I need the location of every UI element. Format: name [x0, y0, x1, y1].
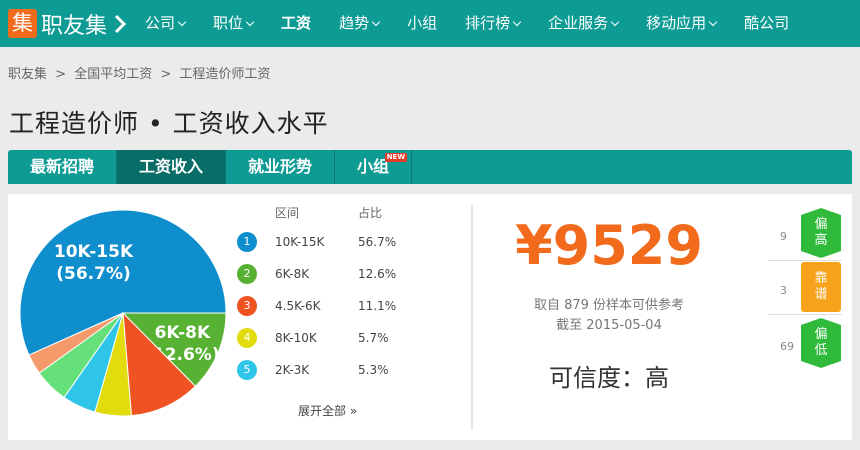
legend-rank: 4	[237, 328, 257, 348]
nav-item-7[interactable]: 移动应用	[632, 0, 730, 47]
legend-range: 2K-3K	[275, 363, 310, 377]
tab-3[interactable]: 小组 NEW	[335, 150, 413, 184]
legend-percent: 11.1%	[358, 299, 397, 313]
pie-legend: 区间 占比 1 10K-15K 56.7% 2 6K-8K 12.6% 3 4.5K-6K 11…	[237, 204, 437, 384]
nav-item-label: 移动应用	[646, 14, 707, 32]
legend-row: 4 8K-10K 5.7%	[237, 320, 437, 352]
side-separator	[768, 260, 842, 261]
tab-label: 就业形势	[248, 157, 313, 176]
tab-label: 工资收入	[139, 157, 204, 176]
sample-date: 截至 2015-05-04	[556, 318, 662, 333]
nav-item-1[interactable]: 职位	[199, 0, 267, 47]
legend-col-range: 区间	[275, 206, 300, 220]
breadcrumb: 职友集 > 全国平均工资 > 工程造价师工资	[8, 63, 274, 82]
top-nav: 集 职友集 公司 职位 工资 趋势 小组 排行榜 企业服务 移动应用 酷公司	[0, 0, 860, 47]
tab-0[interactable]: 最新招聘	[8, 150, 118, 184]
nav-item-4[interactable]: 小组	[393, 0, 451, 47]
side-separator	[768, 314, 842, 315]
legend-row: 5 2K-3K 5.3%	[237, 352, 437, 384]
legend-range: 6K-8K	[275, 267, 310, 281]
logo-text: 职友集	[41, 13, 108, 39]
nav-item-label: 工资	[281, 14, 312, 32]
new-badge: NEW	[384, 153, 408, 162]
vote-button[interactable]: 靠 谱	[801, 262, 841, 312]
tab-label: 最新招聘	[30, 157, 95, 176]
nav-item-2[interactable]: 工资	[267, 0, 325, 47]
section-tabs: 最新招聘 工资收入 就业形势 小组 NEW	[8, 150, 852, 184]
nav-item-5[interactable]: 排行榜	[451, 0, 534, 47]
salary-pie-chart: 10K-15K(56.7%)6K-8K(12.6%)	[19, 209, 227, 417]
vote-button[interactable]: 偏 低	[801, 318, 841, 368]
legend-rank: 2	[237, 264, 257, 284]
chevron-down-icon	[708, 17, 718, 27]
nav-item-8[interactable]: 酷公司	[730, 0, 803, 47]
divider	[471, 204, 473, 430]
logo-icon: 集	[8, 9, 37, 38]
legend-percent: 5.3%	[358, 363, 389, 377]
breadcrumb-separator: >	[160, 67, 172, 82]
average-salary: ¥9529	[515, 214, 703, 277]
nav-item-label: 企业服务	[548, 14, 609, 32]
chevron-right-icon	[114, 14, 127, 33]
breadcrumb-separator: >	[55, 67, 67, 82]
logo[interactable]: 集 职友集	[0, 0, 127, 47]
legend-row: 3 4.5K-6K 11.1%	[237, 288, 437, 320]
legend-range: 4.5K-6K	[275, 299, 321, 313]
pie-slice-label: 10K-15K	[54, 242, 134, 262]
nav-item-0[interactable]: 公司	[131, 0, 199, 47]
vote-count: 69	[780, 340, 794, 353]
vote-count: 9	[780, 230, 787, 243]
sample-count: 取自 879 份样本可供参考	[533, 298, 685, 313]
nav-item-6[interactable]: 企业服务	[534, 0, 632, 47]
pie-slice-label: (56.7%)	[56, 264, 131, 284]
chevron-down-icon	[610, 17, 620, 27]
vote-button[interactable]: 偏 高	[801, 208, 841, 258]
tab-1[interactable]: 工资收入	[117, 150, 227, 184]
chevron-down-icon	[371, 17, 381, 27]
nav-item-label: 排行榜	[465, 14, 511, 32]
legend-percent: 12.6%	[358, 267, 397, 281]
legend-range: 10K-15K	[275, 235, 325, 249]
tab-2[interactable]: 就业形势	[226, 150, 336, 184]
legend-percent: 5.7%	[358, 331, 389, 345]
credibility: 可信度：高	[549, 364, 669, 392]
breadcrumb-home[interactable]: 职友集	[8, 67, 47, 82]
pie-slice-label: 6K-8K	[155, 323, 211, 343]
page-title: 工程造价师 • 工资收入水平	[9, 109, 329, 138]
legend-row: 2 6K-8K 12.6%	[237, 256, 437, 288]
vote-count: 3	[780, 284, 787, 297]
expand-all-link[interactable]: 展开全部 »	[298, 402, 357, 419]
nav-item-label: 趋势	[339, 14, 370, 32]
legend-header: 区间 占比	[237, 204, 437, 224]
nav-item-label: 职位	[213, 14, 244, 32]
nav-item-label: 酷公司	[744, 14, 790, 32]
legend-col-pct: 占比	[358, 206, 383, 220]
legend-rank: 3	[237, 296, 257, 316]
legend-row: 1 10K-15K 56.7%	[237, 224, 437, 256]
breadcrumb-national-salary[interactable]: 全国平均工资	[74, 67, 152, 82]
chevron-down-icon	[177, 17, 187, 27]
legend-rank: 1	[237, 232, 257, 252]
salary-card: 10K-15K (56.7%) 6K-8K (12.6%) 区间 占比 1 10K-15…	[8, 194, 852, 440]
sample-info: 取自 879 份样本可供参考 截至 2015-05-04	[474, 296, 744, 336]
nav-item-label: 公司	[145, 14, 176, 32]
legend-range: 8K-10K	[275, 331, 317, 345]
legend-rank: 5	[237, 360, 257, 380]
nav-item-3[interactable]: 趋势	[325, 0, 393, 47]
legend-percent: 56.7%	[358, 235, 397, 249]
breadcrumb-current[interactable]: 工程造价师工资	[179, 67, 270, 82]
chevron-down-icon	[512, 17, 522, 27]
chevron-down-icon	[245, 17, 255, 27]
nav-item-label: 小组	[407, 14, 438, 32]
